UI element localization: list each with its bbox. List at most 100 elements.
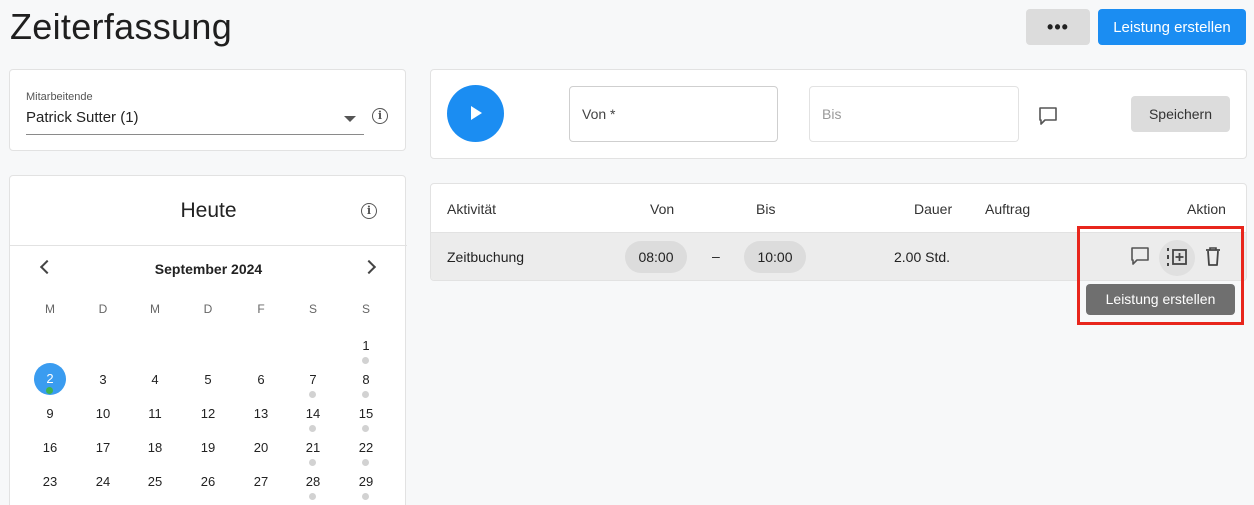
day-number: 26 xyxy=(200,474,216,489)
day-number: 18 xyxy=(147,440,163,455)
day-number: 12 xyxy=(200,406,216,421)
play-button[interactable] xyxy=(447,85,504,142)
calendar-card: Heute i September 2024 MDMDFSS1234567891… xyxy=(9,175,407,505)
calendar-day[interactable]: 17 xyxy=(87,440,119,455)
weekday-header: M xyxy=(150,302,160,316)
column-header-order: Auftrag xyxy=(985,201,1031,217)
weekday-header: S xyxy=(308,302,317,316)
booking-dot xyxy=(309,493,316,500)
calendar-day[interactable]: 11 xyxy=(139,406,171,421)
from-time-pill[interactable]: 08:00 xyxy=(625,241,687,273)
calendar-day[interactable]: 15 xyxy=(350,406,382,432)
calendar-day[interactable]: 27 xyxy=(245,474,277,489)
day-number: 14 xyxy=(305,406,321,421)
column-header-activity: Aktivität xyxy=(447,201,497,217)
calendar-day[interactable]: 14 xyxy=(297,406,329,432)
calendar-day[interactable]: 19 xyxy=(192,440,224,455)
employee-label: Mitarbeitende xyxy=(26,91,93,103)
info-icon[interactable]: i xyxy=(361,203,377,219)
day-number: 17 xyxy=(95,440,111,455)
weekday-header: D xyxy=(203,302,213,316)
comment-icon[interactable] xyxy=(1129,245,1151,267)
add-service-icon[interactable] xyxy=(1165,245,1189,269)
column-header-to: Bis xyxy=(756,201,776,217)
day-number: 3 xyxy=(99,372,107,387)
calendar-day[interactable]: 6 xyxy=(245,372,277,387)
day-number: 5 xyxy=(204,372,212,387)
calendar-day[interactable]: 4 xyxy=(139,372,171,387)
booking-dot xyxy=(309,425,316,432)
calendar-day[interactable]: 18 xyxy=(139,440,171,455)
employee-card: Mitarbeitende Patrick Sutter (1) i xyxy=(9,69,406,151)
weekday-header: F xyxy=(257,302,265,316)
trash-icon[interactable] xyxy=(1202,245,1224,267)
day-number: 25 xyxy=(147,474,163,489)
calendar-day[interactable]: 25 xyxy=(139,474,171,489)
page-title: Zeiterfassung xyxy=(10,6,233,47)
calendar-day[interactable]: 12 xyxy=(192,406,224,421)
calendar-day-today[interactable]: 2 xyxy=(34,363,66,395)
calendar-day[interactable]: 16 xyxy=(34,440,66,455)
time-separator: – xyxy=(712,248,720,264)
employee-select[interactable]: Patrick Sutter (1) xyxy=(26,109,139,126)
weekday-header: M xyxy=(45,302,55,316)
bis-field[interactable]: Bis xyxy=(809,86,1019,142)
booking-dot xyxy=(309,459,316,466)
day-number: 28 xyxy=(305,474,321,489)
day-number: 22 xyxy=(358,440,374,455)
calendar-day[interactable]: 9 xyxy=(34,406,66,421)
play-icon xyxy=(471,106,482,120)
calendar-day[interactable]: 1 xyxy=(350,338,382,364)
day-number: 15 xyxy=(358,406,374,421)
booking-dot xyxy=(362,357,369,364)
weekday-header: D xyxy=(98,302,108,316)
weekday-header: S xyxy=(361,302,370,316)
day-number: 23 xyxy=(42,474,58,489)
calendar-day[interactable]: 26 xyxy=(192,474,224,489)
column-header-from: Von xyxy=(650,201,675,217)
von-field[interactable]: Von * xyxy=(569,86,778,142)
to-time-pill[interactable]: 10:00 xyxy=(744,241,806,273)
calendar-day[interactable]: 23 xyxy=(34,474,66,489)
booking-dot xyxy=(46,387,53,394)
day-number: 2 xyxy=(46,371,54,386)
time-entries-table: Aktivität Von Bis Dauer Auftrag Aktion Z… xyxy=(430,183,1247,281)
calendar-day[interactable]: 22 xyxy=(350,440,382,466)
save-button[interactable]: Speichern xyxy=(1131,96,1230,132)
booking-dot xyxy=(362,391,369,398)
day-number: 11 xyxy=(148,406,162,421)
info-icon[interactable]: i xyxy=(372,108,388,124)
von-placeholder: Von * xyxy=(582,106,616,122)
calendar-day[interactable]: 29 xyxy=(350,474,382,500)
calendar-day[interactable]: 5 xyxy=(192,372,224,387)
calendar-day[interactable]: 28 xyxy=(297,474,329,500)
day-number: 20 xyxy=(253,440,269,455)
day-number: 8 xyxy=(362,372,370,387)
calendar-day[interactable]: 10 xyxy=(87,406,119,421)
booking-dot xyxy=(309,391,316,398)
chevron-down-icon[interactable] xyxy=(344,116,356,122)
booking-dot xyxy=(362,425,369,432)
calendar-day[interactable]: 24 xyxy=(87,474,119,489)
calendar-month: September 2024 xyxy=(154,261,263,277)
bis-placeholder: Bis xyxy=(822,106,842,122)
more-options-button[interactable]: ••• xyxy=(1026,9,1090,45)
calendar-day[interactable]: 3 xyxy=(87,372,119,387)
create-service-button[interactable]: Leistung erstellen xyxy=(1098,9,1246,45)
day-number: 6 xyxy=(257,372,265,387)
divider xyxy=(10,245,407,246)
day-number: 24 xyxy=(95,474,111,489)
table-row[interactable]: Zeitbuchung 08:00 – 10:00 2.00 Std. xyxy=(431,232,1246,280)
comment-icon[interactable] xyxy=(1037,105,1059,127)
calendar-day[interactable]: 20 xyxy=(245,440,277,455)
calendar-day[interactable]: 8 xyxy=(350,372,382,398)
select-underline xyxy=(26,134,364,135)
activity-cell: Zeitbuchung xyxy=(447,249,525,265)
calendar-day[interactable]: 21 xyxy=(297,440,329,466)
calendar-day[interactable]: 13 xyxy=(245,406,277,421)
booking-dot xyxy=(362,493,369,500)
duration-cell: 2.00 Std. xyxy=(894,249,951,265)
calendar-day[interactable]: 7 xyxy=(297,372,329,398)
day-number: 4 xyxy=(151,372,159,387)
calendar-title: Heute xyxy=(180,199,237,222)
